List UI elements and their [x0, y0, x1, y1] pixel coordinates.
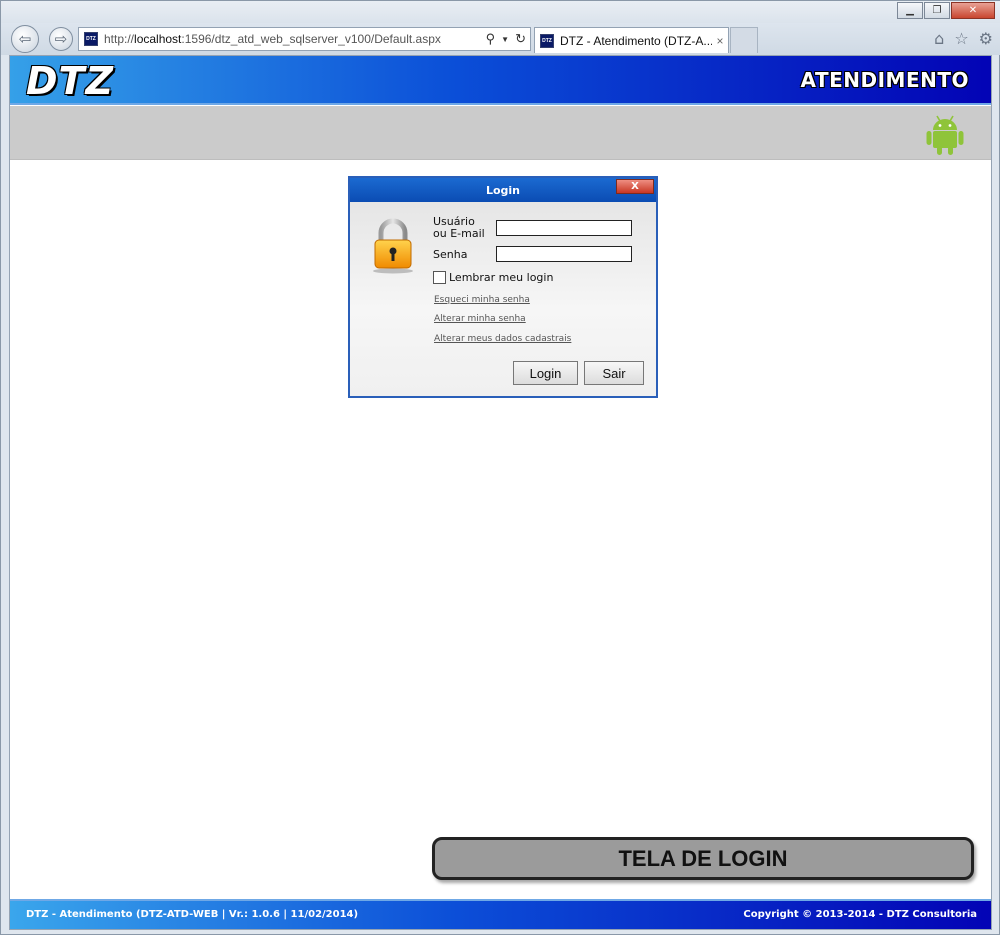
- username-input[interactable]: [496, 220, 632, 236]
- screen-caption-banner: TELA DE LOGIN: [432, 837, 974, 880]
- username-label: Usuário ou E-mail: [433, 216, 485, 240]
- forward-arrow-icon: ⇨: [54, 30, 68, 48]
- browser-navbar: ⇦ ⇨ DTZ http://localhost:1596/dtz_atd_we…: [1, 23, 1000, 55]
- tab-close-icon[interactable]: ×: [712, 34, 728, 48]
- url-path: :1596/dtz_atd_web_sqlserver_v100/Default…: [181, 32, 441, 46]
- remember-login-checkbox[interactable]: [433, 271, 446, 284]
- search-icon[interactable]: ⚲: [486, 31, 496, 47]
- site-favicon-icon: DTZ: [84, 32, 98, 46]
- minimize-button[interactable]: ▁: [897, 2, 923, 19]
- refresh-icon[interactable]: ↻: [515, 31, 526, 47]
- page-viewport: DTZ ATENDIMENTO Login X Usuário ou E-mai…: [9, 55, 992, 930]
- android-icon[interactable]: [925, 113, 965, 155]
- change-details-link[interactable]: Alterar meus dados cadastrais: [434, 334, 571, 344]
- back-button[interactable]: ⇦: [11, 25, 39, 53]
- header-title: ATENDIMENTO: [800, 68, 969, 92]
- password-label: Senha: [433, 248, 468, 261]
- login-button[interactable]: Login: [513, 361, 578, 385]
- browser-titlebar: ▁ ❐ ✕: [1, 1, 1000, 23]
- padlock-icon: [373, 218, 413, 274]
- login-dialog: Login X Usuário ou E-mail Senha Lembrar …: [348, 176, 658, 398]
- url-prefix: http://: [104, 32, 135, 46]
- username-label-line2: ou E-mail: [433, 227, 485, 240]
- tab-title: DTZ - Atendimento (DTZ-A...: [560, 33, 712, 48]
- tab-favicon-icon: DTZ: [540, 33, 554, 48]
- dtz-logo[interactable]: DTZ: [26, 59, 114, 103]
- settings-gear-icon[interactable]: ⚙: [979, 29, 993, 48]
- window-controls: ▁ ❐ ✕: [897, 2, 995, 19]
- change-password-link[interactable]: Alterar minha senha: [434, 314, 526, 324]
- login-dialog-title: Login: [485, 183, 521, 197]
- exit-button[interactable]: Sair: [584, 361, 644, 385]
- login-dialog-titlebar: Login X: [350, 178, 656, 202]
- maximize-button[interactable]: ❐: [924, 2, 950, 19]
- footer-version-text: DTZ - Atendimento (DTZ-ATD-WEB | Vr.: 1.…: [26, 909, 359, 920]
- new-tab-button[interactable]: [730, 27, 758, 53]
- url-host: localhost: [134, 32, 182, 46]
- site-header: DTZ ATENDIMENTO: [10, 56, 991, 105]
- favorites-star-icon[interactable]: ☆: [954, 29, 968, 48]
- toolbar-strip: [10, 106, 991, 160]
- address-bar[interactable]: DTZ http://localhost:1596/dtz_atd_web_sq…: [78, 27, 531, 51]
- remember-login-label[interactable]: Lembrar meu login: [449, 272, 553, 284]
- password-input[interactable]: [496, 246, 632, 262]
- browser-tab-active[interactable]: DTZ DTZ - Atendimento (DTZ-A... ×: [534, 27, 729, 53]
- home-icon[interactable]: ⌂: [934, 29, 944, 48]
- dialog-close-button[interactable]: X: [616, 179, 654, 194]
- close-window-button[interactable]: ✕: [951, 2, 995, 19]
- address-bar-actions: ⚲ ▼ ↻: [486, 31, 526, 47]
- forward-button[interactable]: ⇨: [49, 27, 73, 51]
- footer-copyright-text: Copyright © 2013-2014 - DTZ Consultoria: [743, 909, 977, 920]
- forgot-password-link[interactable]: Esqueci minha senha: [434, 295, 530, 305]
- back-arrow-icon: ⇦: [18, 30, 32, 48]
- dropdown-arrow-icon[interactable]: ▼: [501, 35, 509, 44]
- browser-window: ▁ ❐ ✕ ⇦ ⇨ DTZ http://localhost:1596/dtz_…: [0, 0, 1000, 935]
- site-footer: DTZ - Atendimento (DTZ-ATD-WEB | Vr.: 1.…: [10, 899, 991, 929]
- browser-toolbar-icons: ⌂ ☆ ⚙: [934, 29, 993, 48]
